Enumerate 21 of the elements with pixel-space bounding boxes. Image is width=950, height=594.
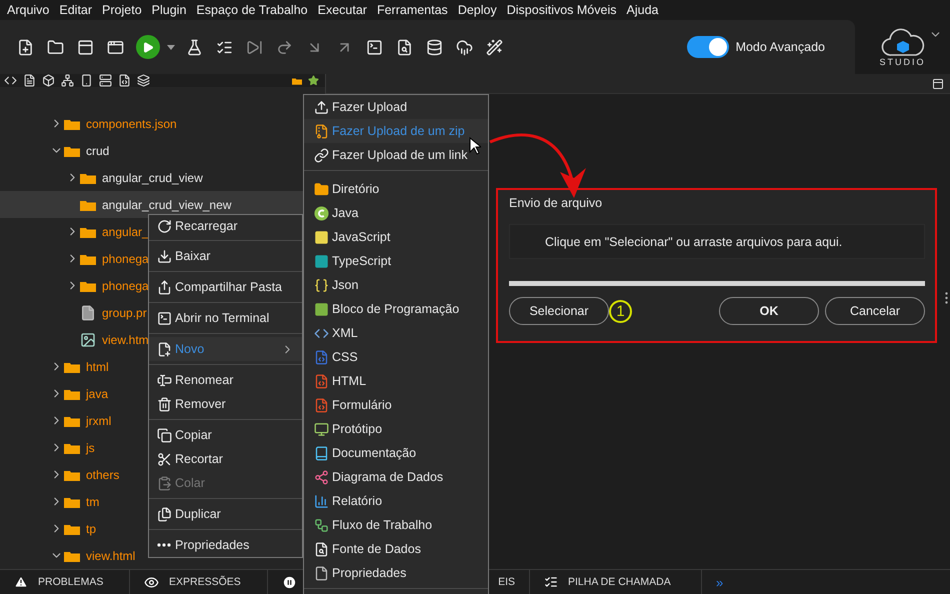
- studio-label: STUDIO: [879, 56, 926, 66]
- tree-item-label: components.json: [86, 116, 177, 130]
- tree-item-label: html: [86, 360, 109, 374]
- tree-item-label: angular_: [102, 224, 149, 238]
- tree-item-label: java: [86, 386, 108, 400]
- tree-item-label: phonega: [102, 252, 149, 266]
- tree-item-label: jrxml: [86, 414, 112, 428]
- step-marker: 1: [609, 300, 632, 322]
- tree-item-label: view.htm: [102, 332, 149, 346]
- tree-item-label: phonega: [102, 278, 149, 292]
- toggle-label: Modo Avançado: [736, 40, 825, 54]
- tree-item-label: group.pr: [102, 306, 147, 320]
- tree-item-label: angular_crud_view_new: [102, 198, 232, 212]
- dialog-title: Envio de arquivo: [509, 196, 604, 210]
- tree-item-label: js: [86, 440, 95, 454]
- tree-item-label: view.html: [86, 548, 136, 562]
- tree-item-label: others: [86, 468, 120, 482]
- tree-item-label: angular_crud_view: [102, 170, 203, 184]
- tree-item-label: crud: [86, 144, 110, 158]
- tree-item-label: tm: [86, 494, 100, 508]
- tree-item-label: tp: [86, 522, 96, 536]
